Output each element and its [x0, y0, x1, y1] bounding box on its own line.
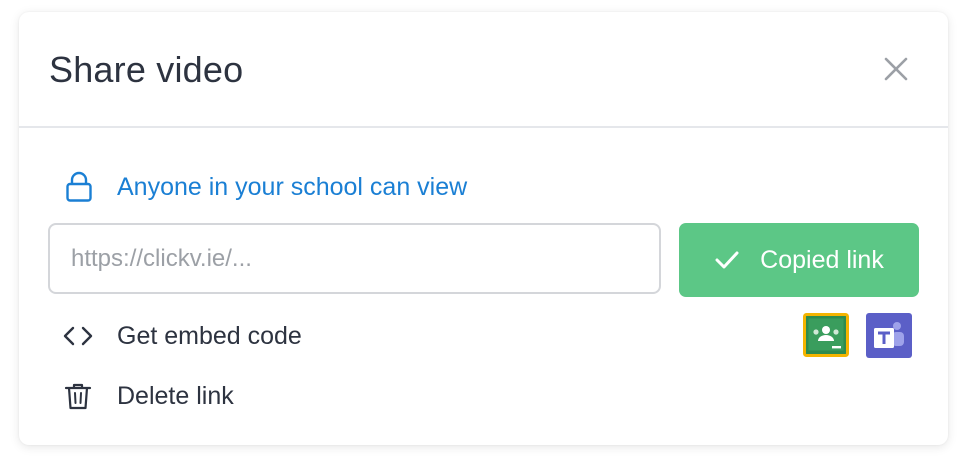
google-classroom-icon	[803, 313, 849, 357]
microsoft-teams-icon	[866, 313, 912, 358]
delete-link-button[interactable]: Delete link	[63, 378, 234, 414]
dialog-header: Share video	[19, 12, 948, 128]
code-icon	[63, 324, 93, 348]
privacy-setting-link[interactable]: Anyone in your school can view	[65, 170, 467, 204]
close-icon	[884, 57, 908, 81]
trash-icon	[63, 381, 93, 411]
share-microsoft-teams-button[interactable]	[866, 313, 912, 358]
delete-link-label: Delete link	[117, 382, 234, 410]
check-icon	[714, 249, 740, 271]
get-embed-code-button[interactable]: Get embed code	[63, 318, 302, 354]
share-google-classroom-button[interactable]	[803, 313, 849, 357]
copy-link-button[interactable]: Copied link	[679, 223, 919, 297]
copy-link-label: Copied link	[760, 245, 884, 274]
privacy-label: Anyone in your school can view	[117, 173, 468, 201]
lock-icon	[65, 171, 93, 203]
close-button[interactable]	[879, 52, 913, 86]
share-link-input[interactable]	[48, 223, 661, 294]
embed-code-label: Get embed code	[117, 322, 302, 350]
share-video-dialog: Share video Anyone in your school can vi…	[19, 12, 948, 445]
dialog-title: Share video	[49, 49, 244, 90]
